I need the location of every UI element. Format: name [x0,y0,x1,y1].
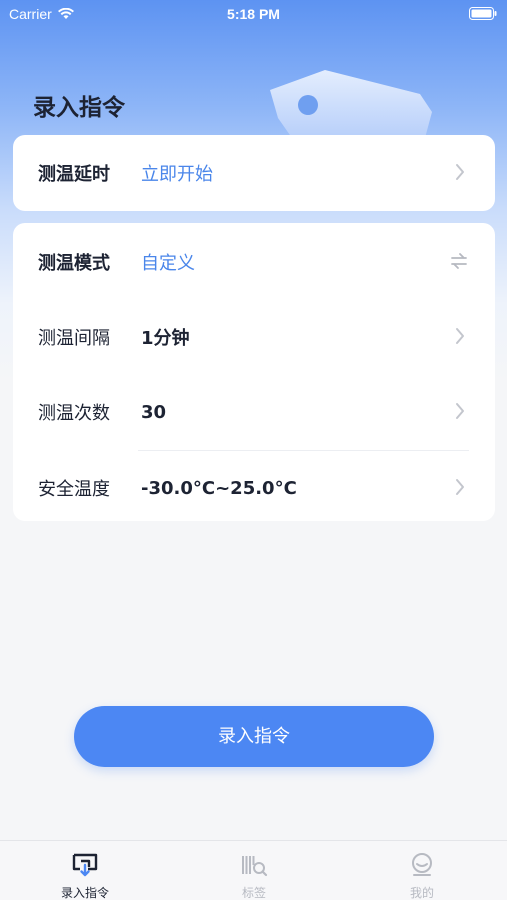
settings-card: 测温模式 自定义 测温间隔 1分钟 测温次数 30 安全温度 -30.0°C~2… [13,223,495,521]
enter-command-icon [72,853,98,877]
delay-card: 测温延时 立即开始 [13,135,495,211]
tab-bar: 录入指令 标签 我的 [0,840,507,900]
tag-illustration [270,70,432,138]
page-title: 录入指令 [33,95,125,121]
status-bar: Carrier 5:18 PM [0,0,507,30]
chevron-right-icon [456,403,464,419]
tab-label: 录入指令 [60,886,109,900]
chevron-right-icon [456,479,464,495]
safe-temp-label: 安全温度 [38,479,110,500]
swap-icon[interactable] [450,252,468,270]
count-row[interactable]: 测温次数 30 [13,374,495,450]
count-label: 测温次数 [38,403,110,424]
mode-value: 自定义 [141,253,195,274]
interval-row[interactable]: 测温间隔 1分钟 [13,299,495,375]
status-time: 5:18 PM [227,6,280,22]
tab-label: 标签 [241,886,266,900]
tab-label: 我的 [409,886,434,900]
chevron-right-icon [456,328,464,344]
tab-profile[interactable]: 我的 [362,841,482,900]
interval-label: 测温间隔 [38,328,110,349]
mode-label: 测温模式 [38,253,110,274]
interval-value: 1分钟 [141,328,190,349]
delay-value: 立即开始 [141,164,213,185]
delay-row[interactable]: 测温延时 立即开始 [13,135,495,211]
mode-row[interactable]: 测温模式 自定义 [13,224,495,300]
delay-label: 测温延时 [38,164,110,185]
profile-icon [412,853,432,876]
chevron-right-icon [456,164,464,180]
tab-tags[interactable]: 标签 [194,841,314,900]
safe-temp-value: -30.0°C~25.0°C [141,477,297,499]
tab-enter-command[interactable]: 录入指令 [25,841,145,900]
safe-temp-row[interactable]: 安全温度 -30.0°C~25.0°C [13,450,495,526]
submit-command-button[interactable]: 录入指令 [74,706,434,767]
tag-scan-icon [242,856,268,877]
battery-icon [469,7,497,20]
count-value: 30 [141,401,167,423]
